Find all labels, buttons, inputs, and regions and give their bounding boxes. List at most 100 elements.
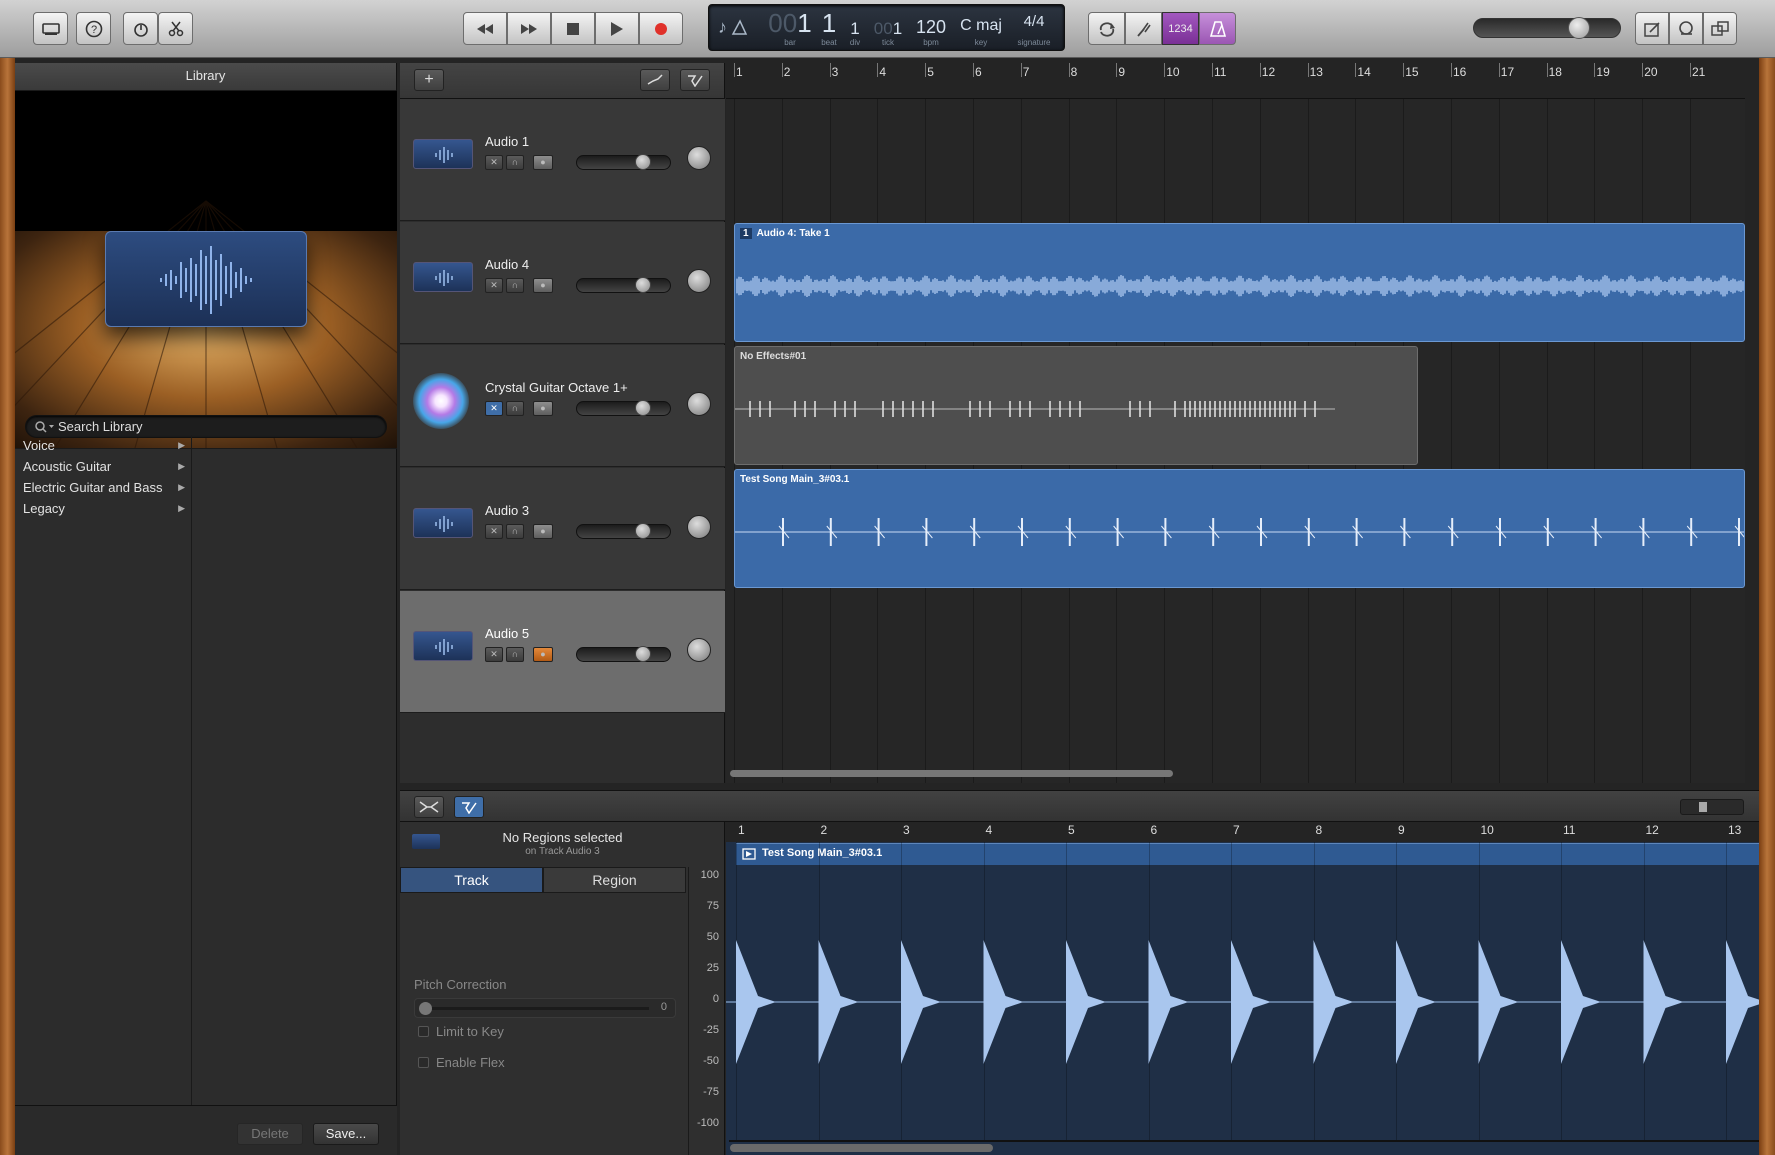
library-toggle-button[interactable] [33,12,68,45]
record-enable-button[interactable]: ● [533,278,553,293]
headphones-icon[interactable]: ∩ [506,155,524,170]
library-item-voice[interactable]: Voice ▶ [15,435,191,456]
chevron-right-icon: ▶ [178,461,185,471]
editor-bar-ruler[interactable]: 1 2 3 4 5 6 7 8 9 10 11 12 13 [726,822,1759,842]
save-button[interactable]: Save... [313,1123,379,1145]
limit-to-key-checkbox[interactable] [418,1026,429,1037]
library-item-acoustic-guitar[interactable]: Acoustic Guitar ▶ [15,456,191,477]
track-name: Audio 4 [485,257,530,272]
mute-button[interactable]: ✕ [485,155,503,170]
audio-track-icon [413,139,473,169]
cycle-button[interactable] [1088,12,1125,45]
track-header-audio-5[interactable]: Audio 5 ✕ ∩ ● [400,591,725,713]
loop-browser-button[interactable] [1669,12,1703,45]
ruler-tick [1259,63,1261,77]
headphones-icon[interactable]: ∩ [506,647,524,662]
add-track-button[interactable]: + [414,69,444,91]
pitch-correction-slider[interactable]: 0 [414,998,676,1018]
mute-button[interactable]: ✕ [485,524,503,539]
mute-button[interactable]: ✕ [485,401,503,416]
pan-knob[interactable] [687,146,711,170]
play-button[interactable] [595,12,639,45]
track-volume-slider[interactable] [576,523,671,539]
editor-region-name: Test Song Main_3#03.1 [762,847,883,859]
master-volume-knob[interactable] [1568,17,1590,39]
track-volume-knob[interactable] [635,400,651,416]
editors-button[interactable] [158,12,193,45]
rewind-button[interactable] [463,12,507,45]
headphones-icon[interactable]: ∩ [506,278,524,293]
record-enable-button[interactable]: ● [533,401,553,416]
editor-zoom-knob[interactable] [1699,802,1707,812]
pan-knob[interactable] [687,269,711,293]
track-header-audio-3[interactable]: Audio 3 ✕ ∩ ● [400,468,725,590]
flex-button[interactable] [680,69,710,91]
master-volume-slider[interactable] [1473,17,1621,39]
help-button[interactable]: ? [76,12,111,45]
pan-knob[interactable] [687,515,711,539]
lcd-display[interactable]: ♪ 001 bar 1 beat 1 div 001 tick 120 bpm … [708,4,1065,51]
track-header-audio-4[interactable]: Audio 4 ✕ ∩ ● [400,222,725,344]
tuner-button[interactable] [1125,12,1162,45]
fast-forward-button[interactable] [507,12,551,45]
track-volume-knob[interactable] [635,277,651,293]
editor-region-bar[interactable]: Test Song Main_3#03.1 [736,843,1759,865]
region-no-effects-01[interactable]: No Effects#01 [734,346,1418,465]
catch-button[interactable] [414,796,444,818]
automation-button[interactable] [640,69,670,91]
lcd-tick-label: tick [882,38,894,47]
ruler-bar-number: 21 [1692,65,1706,79]
track-volume-knob[interactable] [635,154,651,170]
headphones-icon[interactable]: ∩ [506,524,524,539]
track-header-audio-1[interactable]: Audio 1 ✕ ∩ ● [400,99,725,221]
tab-track[interactable]: Track [400,867,543,893]
ruler-tick [1642,63,1644,77]
enable-flex-label: Enable Flex [436,1055,505,1070]
count-in-button[interactable]: 1234 [1162,12,1199,45]
editor-horizontal-scrollbar[interactable] [730,1144,993,1152]
mute-button[interactable]: ✕ [485,647,503,662]
record-enable-button[interactable]: ● [533,524,553,539]
record-enable-button[interactable]: ● [533,155,553,170]
smart-controls-button[interactable] [123,12,158,45]
pan-knob[interactable] [687,638,711,662]
ruler-tick [1498,63,1500,77]
audio-editor-canvas[interactable]: 1 2 3 4 5 6 7 8 9 10 11 12 13 Test Song Main_3#03.1 [726,822,1759,1155]
delete-button[interactable]: Delete [237,1123,303,1145]
track-volume-knob[interactable] [635,646,651,662]
track-volume-knob[interactable] [635,523,651,539]
track-volume-slider[interactable] [576,277,671,293]
region-waveform [735,518,1744,546]
tracks-timeline[interactable]: 1 2 3 4 5 6 7 8 9 10 11 12 13 14 15 16 17 18 19 20 21 1 Audio… [726,63,1745,783]
region-test-song-main[interactable]: Test Song Main_3#03.1 [734,469,1745,588]
track-header-crystal-guitar[interactable]: Crystal Guitar Octave 1+ ✕ ∩ ● [400,345,725,467]
notepad-button[interactable] [1635,12,1669,45]
lcd-beat-label: beat [821,38,837,47]
region-audio-4-take-1[interactable]: 1 Audio 4: Take 1 [734,223,1745,342]
track-volume-slider[interactable] [576,154,671,170]
timeline-horizontal-scrollbar[interactable] [730,770,1173,777]
stop-icon [567,22,579,35]
library-item-legacy[interactable]: Legacy ▶ [15,498,191,519]
pitch-slider-knob[interactable] [419,1002,432,1015]
bar-ruler[interactable]: 1 2 3 4 5 6 7 8 9 10 11 12 13 14 15 16 17 18 19 20 21 [726,63,1745,99]
track-volume-slider[interactable] [576,646,671,662]
mute-button[interactable]: ✕ [485,278,503,293]
media-browser-button[interactable] [1703,12,1737,45]
record-enable-button[interactable]: ● [533,647,553,662]
metronome-button[interactable] [1199,12,1236,45]
crystal-instrument-icon [413,373,469,429]
editor-waveform [726,940,1759,1064]
tab-region[interactable]: Region [543,867,686,893]
record-button[interactable] [639,12,683,45]
headphones-icon[interactable]: ∩ [506,401,524,416]
library-item-electric-guitar-bass[interactable]: Electric Guitar and Bass ▶ [15,477,191,498]
track-volume-slider[interactable] [576,400,671,416]
ruler-bar-number: 2 [783,65,791,79]
pan-knob[interactable] [687,392,711,416]
stop-button[interactable] [551,12,595,45]
editor-flex-button[interactable] [454,796,484,818]
lcd-key: C maj [960,17,1002,34]
editor-zoom-slider[interactable] [1680,799,1744,815]
enable-flex-checkbox[interactable] [418,1057,429,1068]
